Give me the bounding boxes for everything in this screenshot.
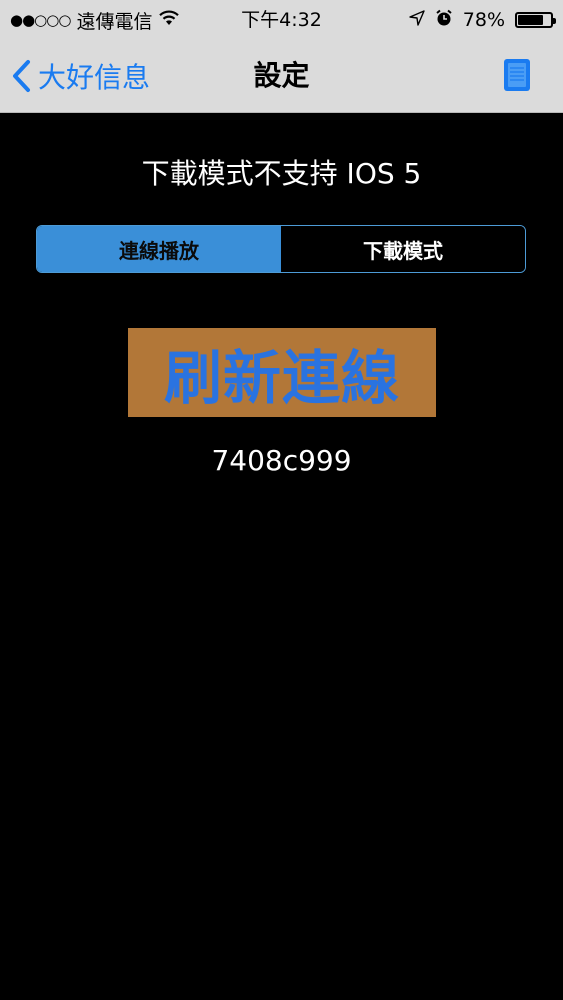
battery-percent: 78% (462, 9, 505, 31)
connection-code: 7408c999 (211, 444, 352, 477)
battery-icon (515, 12, 556, 28)
book-button[interactable] (503, 58, 531, 92)
status-bar: ●●○○○ 遠傳電信 下午4:32 78% (0, 0, 563, 40)
ios5-notice: 下載模式不支持 IOS 5 (141, 157, 422, 190)
battery-level (518, 15, 543, 25)
mode-segmented-control: 連線播放 下載模式 (36, 225, 526, 273)
location-arrow-icon (409, 9, 425, 31)
segment-download[interactable]: 下載模式 (281, 226, 525, 272)
book-icon (503, 59, 531, 96)
refresh-connection-button[interactable]: 刷新連線 (128, 328, 436, 417)
segment-streaming[interactable]: 連線播放 (37, 226, 281, 272)
page-title: 設定 (253, 59, 310, 92)
navigation-bar: 大好信息 設定 (0, 40, 563, 113)
alarm-clock-icon (435, 9, 453, 32)
status-right: 78% (409, 0, 556, 40)
